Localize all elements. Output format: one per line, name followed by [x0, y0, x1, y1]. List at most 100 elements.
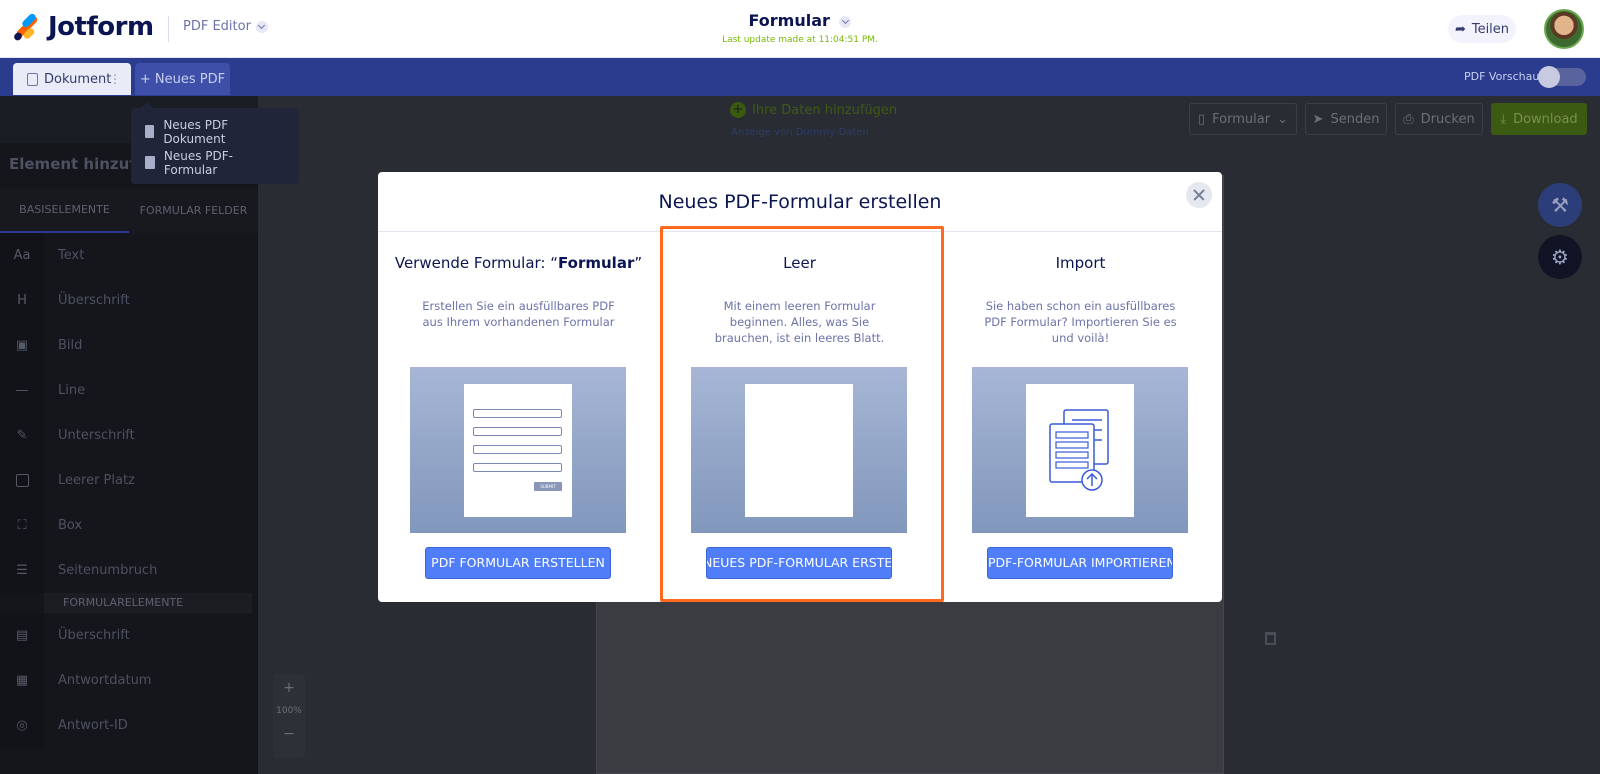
section-formularelemente: FORMULARELEMENTE — [44, 593, 252, 613]
square-icon — [0, 458, 44, 503]
pdf-preview-toggle[interactable] — [1538, 66, 1586, 88]
logo-text: Jotform — [48, 12, 154, 42]
print-label: Drucken — [1420, 111, 1475, 127]
send-label: Senden — [1330, 111, 1380, 127]
share-button[interactable]: ➦ Teilen — [1448, 15, 1516, 43]
form-select[interactable]: ▯ Formular ⌄ — [1189, 103, 1297, 135]
modal-title: Neues PDF-Formular erstellen — [378, 172, 1222, 232]
image-icon: ▣ — [0, 323, 44, 368]
option-title-suffix: ” — [634, 254, 643, 272]
more-vertical-icon[interactable]: ⋮ — [109, 72, 121, 86]
tab-dokument-label: Dokument — [44, 71, 112, 87]
tab-basiselemente[interactable]: BASISELEMENTE — [0, 188, 129, 233]
jotform-logo[interactable]: Jotform — [12, 12, 154, 42]
form-paper: SUBMIT — [464, 384, 572, 517]
sidebar-item-label: Leerer Platz — [58, 473, 135, 488]
sidebar-tabs: BASISELEMENTE FORMULAR FELDER — [0, 188, 258, 233]
menu-item-new-pdf-form[interactable]: Neues PDF-Formular — [131, 147, 299, 178]
zoom-control: + 100% − — [273, 674, 305, 758]
settings-button[interactable]: ⚙ — [1538, 235, 1582, 279]
form-document-icon — [145, 156, 155, 169]
avatar[interactable] — [1544, 9, 1584, 49]
share-label: Teilen — [1471, 21, 1510, 37]
option-description: Erstellen Sie ein ausfüllbares PDF aus I… — [422, 299, 615, 329]
option-use-form: Verwende Formular: “Formular” Erstellen … — [378, 232, 659, 602]
add-element-sidebar: Element hinzufügen BASISELEMENTE FORMULA… — [0, 143, 258, 774]
editor-switch[interactable]: PDF Editor — [183, 19, 268, 34]
option-title-form-name: Formular — [558, 254, 635, 272]
sidebar-item-response-date[interactable]: ▦ Antwortdatum — [0, 658, 258, 703]
preview-input — [473, 463, 562, 472]
calendar-icon: ▦ — [0, 658, 44, 703]
sidebar-item-signature[interactable]: ✎ Unterschrift — [0, 413, 258, 458]
tab-dokument[interactable]: Dokument ⋮ — [13, 63, 131, 95]
form-title-text: Formular — [748, 11, 830, 30]
form-title[interactable]: Formular — [700, 11, 900, 30]
tab-bar: Dokument ⋮ + Neues PDF PDF Vorschau — [0, 58, 1600, 96]
download-label: Download — [1513, 111, 1578, 127]
sidebar-item-response-id[interactable]: ◎ Antwort-ID — [0, 703, 258, 748]
import-preview-image — [972, 367, 1188, 533]
form-select-label: Formular — [1212, 111, 1271, 127]
fingerprint-icon: ◎ — [0, 703, 44, 748]
zoom-level: 100% — [276, 706, 302, 716]
sidebar-item-form-heading[interactable]: ▤ Überschrift — [0, 613, 258, 658]
sidebar-item-label: Überschrift — [58, 628, 130, 643]
send-button[interactable]: ➤ Senden — [1305, 103, 1387, 135]
chevron-down-icon — [839, 15, 852, 28]
sidebar-item-empty-space[interactable]: Leerer Platz — [0, 458, 258, 503]
heading-icon: ▤ — [0, 613, 44, 658]
tab-new-pdf[interactable]: + Neues PDF — [135, 63, 230, 95]
divider — [168, 16, 169, 42]
editor-switch-label: PDF Editor — [183, 19, 251, 34]
zoom-in-button[interactable]: + — [273, 680, 305, 696]
sidebar-item-text[interactable]: Aa Text — [0, 233, 258, 278]
new-pdf-dropdown: Neues PDF Dokument Neues PDF-Formular — [131, 102, 299, 184]
create-pdf-form-button[interactable]: PDF FORMULAR ERSTELLEN — [425, 547, 611, 579]
close-button[interactable] — [1186, 182, 1212, 208]
sidebar-item-label: Unterschrift — [58, 428, 135, 443]
option-import: Import Sie haben schon ein ausfüllbares … — [940, 232, 1221, 602]
preview-submit: SUBMIT — [534, 482, 562, 491]
sidebar-item-page-break[interactable]: ☰ Seitenumbruch — [0, 548, 258, 593]
line-icon: — — [0, 368, 44, 413]
menu-item-label: Neues PDF-Formular — [163, 148, 233, 177]
preview-input — [473, 445, 562, 454]
sidebar-item-line[interactable]: — Line — [0, 368, 258, 413]
page-break-icon: ☰ — [0, 548, 44, 593]
option-title: Verwende Formular: “Formular” — [378, 254, 659, 272]
send-icon: ➤ — [1312, 111, 1324, 127]
sidebar-item-heading[interactable]: H Überschrift — [0, 278, 258, 323]
document-icon — [27, 72, 38, 86]
form-preview-image: SUBMIT — [410, 367, 626, 533]
last-update-text: Last update made at 11:04:51 PM. — [722, 35, 878, 45]
dummy-data-text: Anzeige von Dummy-Daten — [731, 127, 869, 138]
sidebar-item-label: Text — [58, 248, 85, 263]
text-icon: Aa — [0, 233, 44, 278]
zoom-out-button[interactable]: − — [273, 726, 305, 742]
print-button[interactable]: ⎙ Drucken — [1395, 103, 1483, 135]
sidebar-item-image[interactable]: ▣ Bild — [0, 323, 258, 368]
paint-roller-icon: ⚒ — [1551, 193, 1569, 217]
preview-input — [473, 409, 562, 418]
add-data-label: Ihre Daten hinzufügen — [752, 102, 898, 118]
sidebar-item-label: Überschrift — [58, 293, 130, 308]
download-button[interactable]: ⤓ Download — [1491, 103, 1587, 135]
plus-circle-icon: + — [730, 102, 746, 118]
trash-icon[interactable] — [1265, 632, 1276, 645]
download-icon: ⤓ — [1500, 111, 1507, 127]
chevron-down-icon: ⌄ — [1277, 111, 1288, 127]
import-documents-icon — [1049, 409, 1109, 491]
sidebar-item-label: Seitenumbruch — [58, 563, 158, 578]
add-data-link[interactable]: + Ihre Daten hinzufügen — [730, 102, 897, 118]
pdf-preview-label: PDF Vorschau — [1464, 70, 1540, 83]
tab-formular-felder[interactable]: FORMULAR FELDER — [129, 188, 258, 233]
sidebar-item-label: Antwort-ID — [58, 718, 128, 733]
menu-item-label: Neues PDF Dokument — [163, 117, 229, 146]
import-pdf-form-button[interactable]: PDF-FORMULAR IMPORTIEREN — [987, 547, 1173, 579]
sidebar-item-box[interactable]: ⛶ Box — [0, 503, 258, 548]
option-title: Import — [1055, 254, 1106, 272]
menu-item-new-pdf-document[interactable]: Neues PDF Dokument — [131, 116, 299, 147]
paint-roller-button[interactable]: ⚒ — [1538, 183, 1582, 227]
pen-icon: ✎ — [0, 413, 44, 458]
